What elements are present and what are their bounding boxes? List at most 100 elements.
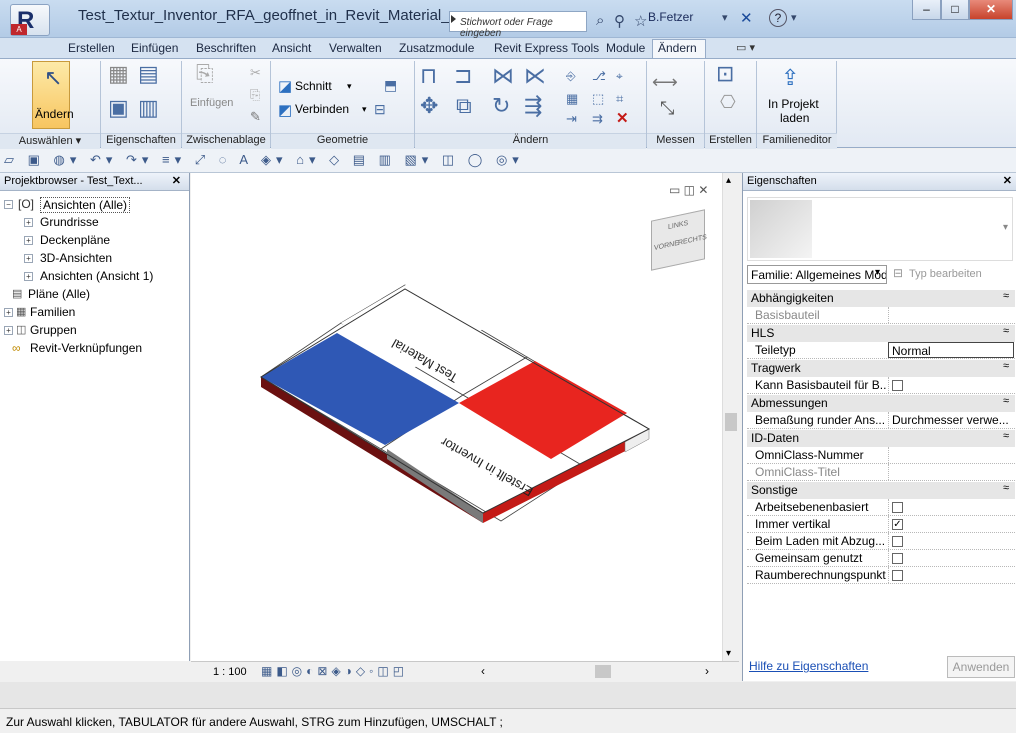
split-element-icon[interactable]: ⎆: [566, 69, 576, 84]
chevron-down-icon[interactable]: ▾: [722, 11, 728, 24]
cut-icon[interactable]: ✂: [250, 65, 261, 81]
expand-icon[interactable]: +: [24, 272, 33, 281]
edit-type-button[interactable]: Typ bearbeiten: [909, 268, 982, 280]
type-properties-icon[interactable]: ▦: [108, 63, 129, 85]
tab-einfuegen[interactable]: Einfügen: [131, 41, 178, 55]
scroll-up-icon[interactable]: ▴: [726, 175, 731, 186]
scale-icon[interactable]: ⬚: [592, 91, 604, 107]
tab-zusatzmodule[interactable]: Zusatzmodule: [399, 41, 474, 55]
checkbox-gemeinsam-genutzt[interactable]: [892, 553, 903, 565]
align-icon[interactable]: ⊓: [420, 65, 437, 87]
schnitt-dropdown-icon[interactable]: ▾: [347, 81, 352, 92]
tab-beschriften[interactable]: Beschriften: [196, 41, 256, 55]
panel-auswaehlen[interactable]: Auswählen ▾: [0, 133, 100, 149]
help-dropdown-icon[interactable]: ▾: [791, 11, 797, 24]
prop-immer-vertikal[interactable]: Immer vertikal ✓: [747, 516, 1015, 533]
delete-icon[interactable]: ✕: [616, 109, 629, 127]
tab-verwalten[interactable]: Verwalten: [329, 41, 382, 55]
mirror-axis-icon[interactable]: ⋈: [492, 65, 514, 87]
drawing-canvas[interactable]: Test Material Erstellt in Inventor ▭ ◫ ✕…: [191, 173, 723, 661]
prop-bemassung[interactable]: Bemaßung runder Ans... Durchmesser verwe.…: [747, 412, 1015, 429]
expand-icon[interactable]: +: [4, 326, 13, 335]
tree-item-familien[interactable]: Familien: [30, 305, 75, 319]
ribbon-minimize-icon[interactable]: ▭ ▾: [736, 41, 755, 54]
prop-gemeinsam-genutzt[interactable]: Gemeinsam genutzt: [747, 550, 1015, 567]
type-dropdown-icon[interactable]: ▾: [1003, 222, 1008, 233]
view-cube-face-top[interactable]: LINKS: [668, 220, 688, 231]
scroll-left-icon[interactable]: ‹: [481, 664, 485, 678]
tree-item-3d-ansichten[interactable]: 3D-Ansichten: [40, 251, 112, 265]
search-input[interactable]: Stichwort oder Frage eingeben: [449, 11, 587, 39]
family-filter-select[interactable]: Familie: Allgemeines Modell: [747, 265, 887, 284]
help-link[interactable]: Hilfe zu Eigenschaften: [749, 659, 868, 673]
tree-item-gruppen[interactable]: Gruppen: [30, 323, 77, 337]
prop-arbeitsebenenbasiert[interactable]: Arbeitsebenenbasiert: [747, 499, 1015, 516]
horizontal-scroll-thumb[interactable]: [595, 665, 611, 678]
apply-button[interactable]: Anwenden: [947, 656, 1015, 678]
tree-item-grundrisse[interactable]: Grundrisse: [40, 215, 99, 229]
offset-icon[interactable]: ⊐: [454, 65, 472, 87]
scroll-down-icon[interactable]: ▾: [726, 648, 731, 659]
maximize-button[interactable]: □: [941, 0, 969, 20]
verbinden-dropdown-icon[interactable]: ▾: [362, 104, 367, 115]
paste-icon[interactable]: ⎘: [196, 63, 214, 85]
application-menu-button[interactable]: RA: [10, 4, 50, 36]
copy-icon[interactable]: ⎘: [250, 87, 260, 103]
type-selector[interactable]: ▾: [747, 197, 1013, 261]
wall-joins-icon[interactable]: ⊟: [374, 101, 386, 118]
load-into-project-label-1[interactable]: In Projekt: [768, 97, 819, 111]
expand-icon[interactable]: +: [4, 308, 13, 317]
schnitt-button[interactable]: Schnitt: [295, 79, 332, 93]
match-properties-icon[interactable]: ✎: [250, 109, 261, 125]
tab-ansicht[interactable]: Ansicht: [272, 41, 311, 55]
prop-raumberechnungspunkt[interactable]: Raumberechnungspunkt: [747, 567, 1015, 584]
search-expand-icon[interactable]: [451, 15, 456, 23]
rotate-icon[interactable]: ↻: [492, 95, 510, 117]
close-icon[interactable]: ✕: [1003, 174, 1012, 187]
scroll-thumb[interactable]: [725, 413, 737, 431]
user-name[interactable]: B.Fetzer: [648, 10, 693, 24]
expand-icon[interactable]: +: [24, 254, 33, 263]
mirror-draw-icon[interactable]: ⋉: [524, 65, 546, 87]
view-control-icons[interactable]: ▦◧◎◐⊠◈◑◇◦◫◰: [261, 664, 408, 678]
view-restore-icons[interactable]: ▭ ◫ ✕: [669, 183, 708, 197]
group-id-daten[interactable]: ID-Daten ≈: [747, 430, 1015, 447]
split-gap-icon[interactable]: ⎇: [592, 69, 606, 83]
checkbox-kann-basisbauteil[interactable]: [892, 380, 903, 392]
tree-item-revit-verknuepfungen[interactable]: Revit-Verknüpfungen: [30, 341, 142, 355]
tree-item-plaene[interactable]: Pläne (Alle): [28, 287, 90, 301]
view-cube-face-right[interactable]: RECHTS: [678, 234, 707, 247]
tree-item-deckenplaene[interactable]: Deckenpläne: [40, 233, 110, 247]
group-tragwerk[interactable]: Tragwerk ≈: [747, 360, 1015, 377]
measure-icon[interactable]: ⤡: [660, 99, 674, 117]
tree-item-ansichten-ansicht-1[interactable]: Ansichten (Ansicht 1): [40, 269, 153, 283]
binoculars-icon[interactable]: ⌕: [596, 12, 604, 29]
tab-module[interactable]: Module: [606, 41, 645, 55]
pin-icon[interactable]: ⌖: [616, 69, 623, 84]
tree-item-ansichten[interactable]: Ansichten (Alle): [40, 197, 131, 213]
load-into-project-label-2[interactable]: laden: [780, 111, 809, 125]
close-icon[interactable]: ✕: [172, 174, 181, 187]
checkbox-arbeitsebenenbasiert[interactable]: [892, 502, 903, 514]
scroll-right-icon[interactable]: ›: [705, 664, 709, 678]
subscription-icon[interactable]: ⚲: [614, 12, 625, 30]
group-hls[interactable]: HLS ≈: [747, 325, 1015, 342]
checkbox-beim-laden[interactable]: [892, 536, 903, 548]
quick-access-icons[interactable]: ▱ ▣ ◍▾ ↶▾ ↷▾ ≡▾ ⤢ ◌ A ◈▾ ⌂▾ ◇ ▤ ▥ ▧▾ ◫ ◯…: [4, 152, 524, 168]
edit-type-icon[interactable]: ⊟: [893, 266, 903, 280]
favorites-icon[interactable]: ☆: [634, 12, 647, 30]
load-into-project-icon[interactable]: ⇪: [781, 67, 799, 89]
collapse-icon[interactable]: −: [4, 200, 13, 209]
close-button[interactable]: ✕: [969, 0, 1013, 20]
tab-aendern[interactable]: Ändern: [658, 41, 697, 55]
checkbox-immer-vertikal[interactable]: ✓: [892, 519, 903, 531]
prop-omniclass-nummer[interactable]: OmniClass-Nummer: [747, 447, 1015, 464]
prop-beim-laden[interactable]: Beim Laden mit Abzug...: [747, 533, 1015, 550]
group-abhaengigkeiten[interactable]: Abhängigkeiten ≈: [747, 290, 1015, 307]
expand-icon[interactable]: +: [24, 218, 33, 227]
expand-icon[interactable]: +: [24, 236, 33, 245]
aligned-dimension-icon[interactable]: ⟷: [652, 73, 678, 91]
view-scale[interactable]: 1 : 100: [213, 666, 247, 678]
tab-erstellen[interactable]: Erstellen: [68, 41, 115, 55]
help-icon[interactable]: ?: [769, 9, 787, 27]
